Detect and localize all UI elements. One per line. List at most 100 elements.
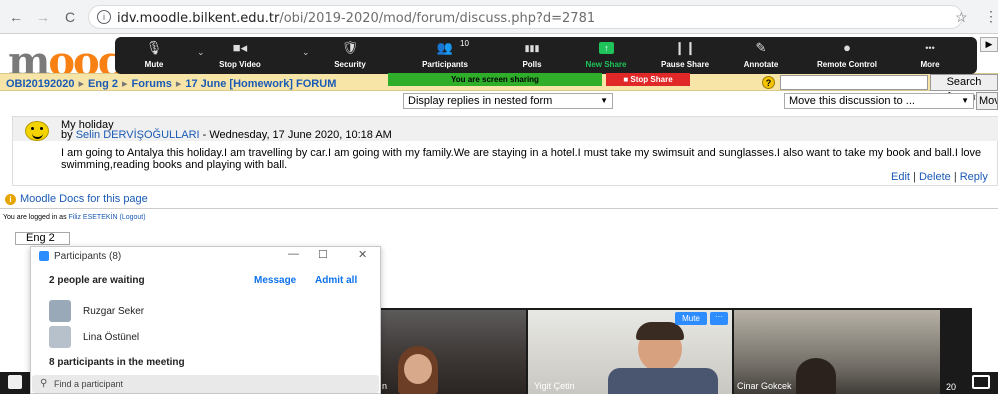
move-discussion-value: Move this discussion to ... <box>789 95 915 107</box>
post-body: I am going to Antalya this holiday.I am … <box>61 147 982 171</box>
url-host: idv.moodle.bilkent.edu.tr <box>117 11 280 26</box>
search-forums-button[interactable]: Search forums <box>930 74 998 103</box>
delete-link[interactable]: Delete <box>919 171 951 183</box>
breadcrumb-site[interactable]: OBI20192020 <box>6 78 75 90</box>
post-author-link[interactable]: Selin DERVİŞOĞULLARI <box>76 129 200 141</box>
security-label: Security <box>334 60 366 69</box>
breadcrumb-course[interactable]: Eng 2 <box>88 78 118 90</box>
chevron-up-icon[interactable]: ⌄ <box>197 47 205 58</box>
remote-control-label: Remote Control <box>817 60 877 69</box>
back-icon[interactable]: ← <box>8 9 24 25</box>
pause-share-label: Pause Share <box>660 60 710 69</box>
maximize-icon[interactable]: ☐ <box>318 248 328 261</box>
participants-label: Participants <box>422 60 468 69</box>
new-share-icon: ↑ <box>599 42 614 54</box>
browser-toolbar: ← → C i idv.moodle.bilkent.edu.tr/obi/20… <box>0 0 998 34</box>
chevron-down-icon: ▼ <box>600 96 608 105</box>
video-camera-icon: ■◂ <box>232 40 248 55</box>
screen-sharing-indicator[interactable]: You are screen sharing <box>388 73 602 86</box>
post-actions: Edit | Delete | Reply <box>891 171 988 183</box>
more-label: More <box>920 60 940 69</box>
breadcrumb-forum[interactable]: 17 June [Homework] FORUM <box>185 78 336 90</box>
stop-video-button[interactable]: ■◂ Stop Video <box>210 37 270 74</box>
reload-icon[interactable]: C <box>62 9 78 25</box>
annotate-button[interactable]: ✎ Annotate <box>733 37 789 74</box>
polls-label: Polls <box>522 60 542 69</box>
display-mode-select[interactable]: Display replies in nested form ▼ <box>403 93 613 109</box>
minimize-icon[interactable]: — <box>288 248 299 260</box>
more-button[interactable]: ••• More <box>905 37 955 74</box>
pause-share-button[interactable]: ❙❙ Pause Share <box>650 37 720 74</box>
participant-video-person <box>796 358 836 394</box>
find-participant-input[interactable]: ⚲ Find a participant <box>32 375 379 393</box>
tile-name: n <box>382 381 388 391</box>
post-byline: by Selin DERVİŞOĞULLARI - Wednesday, 17 … <box>61 129 392 141</box>
list-item[interactable]: Ruzgar Seker <box>31 297 380 325</box>
bookmark-star-icon[interactable]: ☆ <box>955 9 968 26</box>
breadcrumb-forums[interactable]: Forums <box>132 78 172 90</box>
separator: | <box>913 171 916 183</box>
screen-share-status-bar: You are screen sharing ■ Stop Share <box>388 73 720 87</box>
stop-share-button[interactable]: ■ Stop Share <box>606 73 690 86</box>
forum-post: My holiday by Selin DERVİŞOĞULLARI - Wed… <box>12 116 998 186</box>
zoom-meeting-toolbar: 🎙 Mute ⌄ ■◂ Stop Video ⌄ 🛡 Security 👥 10 Part… <box>115 37 977 74</box>
view-icon[interactable] <box>8 375 22 389</box>
avatar <box>49 326 71 348</box>
page-count: 20 <box>946 382 957 392</box>
avatar <box>49 300 71 322</box>
participants-button[interactable]: 👥 10 Participants <box>410 37 480 74</box>
breadcrumb-separator: ▸ <box>175 78 182 90</box>
video-tile[interactable]: Cinar Gokcek <box>734 310 940 394</box>
zoom-logo-icon <box>39 251 49 261</box>
shield-icon: 🛡 <box>341 40 359 55</box>
message-button[interactable]: Message <box>254 275 296 286</box>
annotate-label: Annotate <box>743 60 779 69</box>
course-jump-select[interactable]: Eng 2 <box>15 232 70 245</box>
move-button[interactable]: Move <box>976 92 998 110</box>
play-icon[interactable]: ▶ <box>980 37 998 52</box>
browser-menu-icon[interactable]: ⋮ <box>984 8 998 25</box>
move-discussion-select[interactable]: Move this discussion to ... ▼ <box>784 93 974 109</box>
mute-label: Mute <box>144 60 164 69</box>
forward-icon[interactable]: → <box>35 9 51 25</box>
tile-name: Cinar Gokcek <box>737 381 792 391</box>
new-share-button[interactable]: ↑ New Share <box>578 37 634 74</box>
waiting-room-header: 2 people are waiting <box>49 275 145 286</box>
participant-name: Ruzgar Seker <box>83 306 145 317</box>
logout-link[interactable]: (Logout) <box>120 214 146 221</box>
reply-link[interactable]: Reply <box>960 171 988 183</box>
chevron-up-icon[interactable]: ⌄ <box>302 47 310 58</box>
remote-control-button[interactable]: ● Remote Control <box>807 37 887 74</box>
stop-share-label: Stop Share <box>630 75 673 84</box>
participant-more-button[interactable]: ··· <box>710 312 728 325</box>
separator: | <box>953 171 957 183</box>
breadcrumb-separator: ▸ <box>121 78 128 90</box>
participant-video-face <box>404 354 432 384</box>
mute-button[interactable]: 🎙 Mute <box>129 37 179 74</box>
post-header: My holiday by Selin DERVİŞOĞULLARI - Wed… <box>13 117 998 141</box>
avatar[interactable] <box>25 121 49 141</box>
security-button[interactable]: 🛡 Security <box>320 37 380 74</box>
search-forum-input[interactable] <box>780 75 928 90</box>
search-icon: ⚲ <box>40 378 48 389</box>
moodle-docs-link[interactable]: i Moodle Docs for this page <box>5 193 148 205</box>
polls-button[interactable]: ▮▮▮ Polls <box>507 37 557 74</box>
login-info: You are logged in as Filiz ESETEKİN (Log… <box>3 214 146 221</box>
participants-icon: 👥 <box>436 40 454 55</box>
help-icon[interactable]: ? <box>762 76 775 89</box>
tile-name: Yigit Çetin <box>534 381 575 391</box>
pause-icon: ❙❙ <box>674 40 696 55</box>
breadcrumb-separator: ▸ <box>78 78 85 90</box>
address-bar[interactable]: i idv.moodle.bilkent.edu.tr/obi/2019-202… <box>88 5 963 29</box>
screen-icon[interactable] <box>972 375 990 389</box>
admit-all-button[interactable]: Admit all <box>315 275 357 286</box>
video-tile[interactable]: n <box>380 310 526 394</box>
login-user-link[interactable]: Filiz ESETEKİN <box>69 214 118 221</box>
site-info-icon[interactable]: i <box>97 10 111 24</box>
close-icon[interactable]: ✕ <box>358 248 367 261</box>
breadcrumb: OBI20192020 ▸ Eng 2 ▸ Forums ▸ 17 June [Homewo… <box>6 77 336 90</box>
edit-link[interactable]: Edit <box>891 171 910 183</box>
mute-participant-button[interactable]: Mute <box>675 312 707 325</box>
list-item[interactable]: Lina Östünel <box>31 323 380 351</box>
info-icon: i <box>5 194 16 205</box>
